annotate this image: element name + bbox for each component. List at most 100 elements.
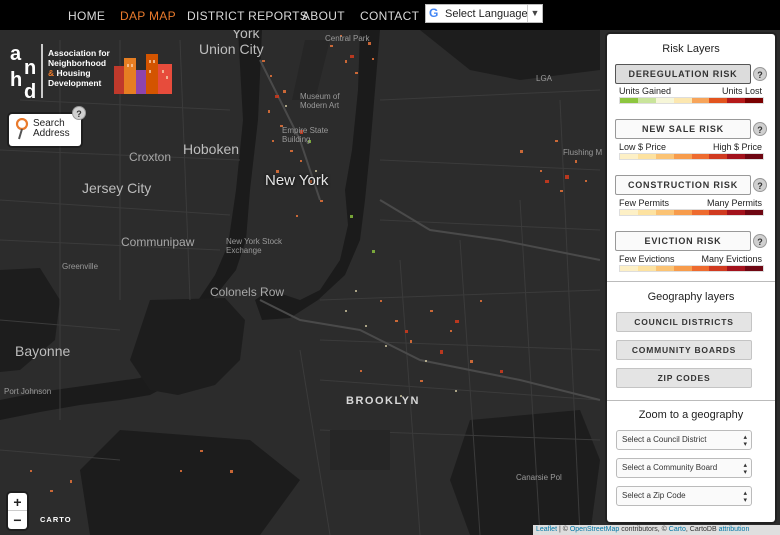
nav-home[interactable]: HOME — [68, 9, 105, 23]
council-district-select-value: Select a Council District — [622, 435, 707, 444]
map-label-port-johnson: Port Johnson — [4, 387, 52, 396]
map-label-bayonne: Bayonne — [15, 343, 71, 359]
panel-divider — [607, 400, 775, 401]
nav-about[interactable]: ABOUT — [302, 9, 345, 23]
search-address-label: Search Address — [33, 119, 70, 139]
eviction-help-icon[interactable]: ? — [753, 234, 767, 248]
community-boards-button[interactable]: COMMUNITY BOARDS — [616, 340, 752, 360]
map-label-hoboken: Hoboken — [183, 141, 240, 157]
zip-codes-button[interactable]: ZIP CODES — [616, 368, 752, 388]
color-ramp-swatch — [655, 154, 674, 159]
select-caret-icon: ▴ ▾ — [743, 434, 747, 448]
logo-line-4: Development — [48, 78, 102, 88]
eviction-color-ramp — [619, 265, 764, 272]
color-ramp-swatch — [745, 266, 763, 271]
deregulation-high-label: Units Lost — [721, 86, 762, 96]
color-ramp-swatch — [745, 98, 763, 103]
svg-text:d: d — [24, 81, 36, 100]
carto-link[interactable]: Carto — [669, 526, 686, 533]
osm-link[interactable]: OpenStreetMap — [570, 526, 619, 533]
search-label-line-2: Address — [33, 128, 70, 139]
map-label-colonels-row: Colonels Row — [210, 285, 285, 299]
color-ramp-swatch — [620, 266, 638, 271]
color-ramp-swatch — [637, 266, 656, 271]
map-label-flushing: Flushing M — [563, 148, 603, 157]
new-sale-help-icon[interactable]: ? — [753, 122, 767, 136]
color-ramp-swatch — [637, 98, 656, 103]
layers-panel: Risk Layers DEREGULATION RISK ? Units Ga… — [607, 34, 775, 522]
council-district-select[interactable]: Select a Council District ▴ ▾ — [616, 430, 752, 450]
language-select-label: Select Language — [445, 8, 528, 20]
color-ramp-swatch — [620, 154, 638, 159]
color-ramp-swatch — [691, 210, 710, 215]
new-sale-low-label: Low $ Price — [619, 142, 667, 152]
zoom-out-button[interactable]: − — [8, 511, 27, 529]
map-label-empire-state: Empire State Building — [282, 126, 329, 144]
svg-text:a: a — [10, 43, 22, 65]
map-label-moma: Museum of Modern Art — [300, 92, 340, 110]
attribution-sep: | © — [557, 526, 570, 533]
nav-dap-map[interactable]: DAP MAP — [120, 9, 176, 23]
map-label-central-park: Central Park — [325, 34, 370, 43]
color-ramp-swatch — [727, 210, 746, 215]
anhd-logo[interactable]: a n h d Association for Neighborhood & H… — [8, 42, 172, 102]
search-pin-icon — [15, 118, 29, 140]
attribution-link[interactable]: attribution — [719, 526, 750, 533]
color-ramp-swatch — [745, 154, 763, 159]
color-ramp-swatch — [673, 98, 692, 103]
eviction-risk-button[interactable]: EVICTION RISK — [615, 231, 751, 251]
search-address-button[interactable]: Search Address ? — [9, 106, 86, 146]
color-ramp-swatch — [673, 154, 692, 159]
council-districts-button[interactable]: COUNCIL DISTRICTS — [616, 312, 752, 332]
logo-ampersand: & — [48, 68, 55, 78]
deregulation-help-icon[interactable]: ? — [753, 67, 767, 81]
svg-text:n: n — [24, 57, 36, 79]
color-ramp-swatch — [709, 210, 728, 215]
language-select[interactable]: G Select Language ▼ — [425, 4, 543, 23]
carto-logo: CARTO — [40, 515, 72, 524]
deregulation-risk-button[interactable]: DEREGULATION RISK — [615, 64, 751, 84]
logo-line-3: Housing — [56, 68, 91, 78]
color-ramp-swatch — [709, 154, 728, 159]
panel-divider — [607, 281, 775, 282]
logo-buildings-art — [114, 54, 172, 94]
nav-district-reports[interactable]: DISTRICT REPORTS — [187, 9, 308, 23]
color-ramp-swatch — [673, 266, 692, 271]
map-label-nyse: New York Stock Exchange — [226, 237, 283, 255]
map-label-jersey-city: Jersey City — [82, 180, 152, 196]
color-ramp-swatch — [709, 98, 728, 103]
zoom-in-button[interactable]: + — [8, 493, 27, 511]
construction-help-icon[interactable]: ? — [753, 178, 767, 192]
color-ramp-swatch — [655, 266, 674, 271]
new-sale-color-ramp — [619, 153, 764, 160]
color-ramp-swatch — [691, 98, 710, 103]
logo-line-1: Association for — [48, 48, 110, 58]
zip-code-select[interactable]: Select a Zip Code ▴ ▾ — [616, 486, 752, 506]
new-sale-risk-button[interactable]: NEW SALE RISK — [615, 119, 751, 139]
map-label-brooklyn: BROOKLYN — [346, 395, 420, 407]
color-ramp-swatch — [745, 210, 763, 215]
search-help-icon[interactable]: ? — [72, 106, 86, 120]
map-label-canarsie: Canarsie Pol — [516, 473, 562, 482]
leaflet-link[interactable]: Leaflet — [536, 526, 557, 533]
construction-risk-button[interactable]: CONSTRUCTION RISK — [615, 175, 751, 195]
community-board-select[interactable]: Select a Community Board ▴ ▾ — [616, 458, 752, 478]
svg-text:h: h — [10, 69, 22, 91]
map-attribution: Leaflet | © OpenStreetMap contributors, … — [533, 525, 780, 535]
deregulation-low-label: Units Gained — [619, 86, 672, 96]
anhd-logo-mark: a n h d — [10, 43, 43, 100]
construction-high-label: Many Permits — [706, 198, 762, 208]
color-ramp-swatch — [691, 154, 710, 159]
color-ramp-swatch — [709, 266, 728, 271]
color-ramp-swatch — [620, 210, 638, 215]
geography-layers-title: Geography layers — [647, 291, 735, 303]
nav-contact[interactable]: CONTACT — [360, 9, 419, 23]
select-caret-icon: ▴ ▾ — [743, 490, 747, 504]
zip-code-select-value: Select a Zip Code — [622, 491, 686, 500]
color-ramp-swatch — [637, 210, 656, 215]
color-ramp-swatch — [727, 266, 746, 271]
map-label-croxton: Croxton — [129, 150, 172, 164]
google-icon: G — [429, 6, 439, 20]
attribution-text: contributors, © — [619, 526, 669, 533]
color-ramp-swatch — [727, 98, 746, 103]
